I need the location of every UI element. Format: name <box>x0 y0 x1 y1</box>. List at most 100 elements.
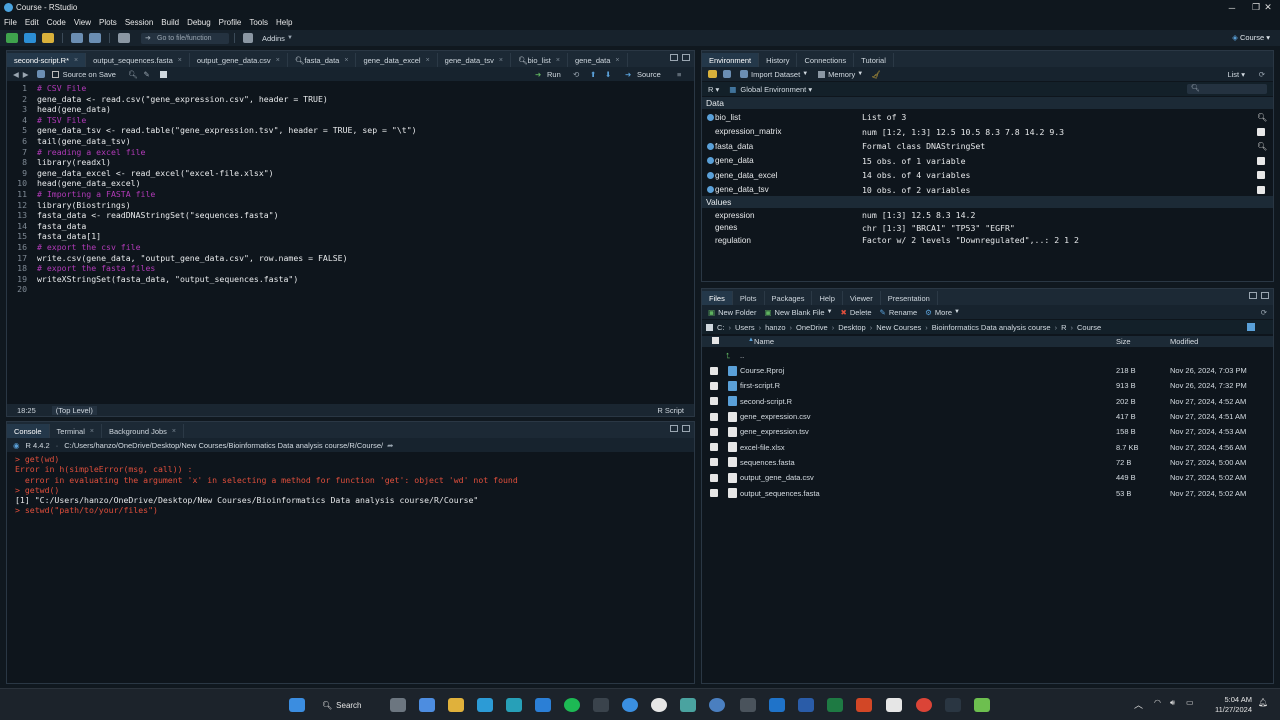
code-tools-icon[interactable]: ✎ <box>143 70 149 79</box>
project-menu[interactable]: ◈ Course ▾ <box>1232 33 1270 42</box>
code-line[interactable]: 10 head(gene_data_excel) <box>7 178 694 189</box>
tab-terminal[interactable]: Terminal × <box>50 424 102 438</box>
github-icon[interactable] <box>651 698 667 712</box>
breadcrumb-item[interactable]: C: <box>717 323 725 332</box>
app-icon[interactable] <box>622 698 638 712</box>
code-line[interactable]: 16 # export the csv file <box>7 242 694 253</box>
file-checkbox[interactable] <box>710 458 718 467</box>
tab-gene-data-tsv[interactable]: gene_data_tsv × <box>438 53 511 67</box>
code-line[interactable]: 15 fasta_data[1] <box>7 231 694 242</box>
close-icon[interactable]: ✕ <box>1256 0 1280 15</box>
close-tab-icon[interactable]: × <box>90 428 94 435</box>
edge-dev-icon[interactable] <box>506 698 522 712</box>
column-size-header[interactable]: Size <box>1116 337 1131 346</box>
tab-second-script[interactable]: second-script.R* × <box>7 53 87 67</box>
close-tab-icon[interactable]: × <box>344 57 348 64</box>
tab-connections[interactable]: Connections <box>797 53 855 67</box>
tab-tutorial[interactable]: Tutorial <box>854 53 894 67</box>
task-view-icon[interactable] <box>390 698 406 712</box>
global-environment-dropdown[interactable]: Global Environment ▾ <box>740 85 812 94</box>
save-all-icon[interactable] <box>89 33 101 43</box>
expand-icon[interactable] <box>707 113 714 121</box>
language-dropdown[interactable]: R ▾ <box>708 85 719 94</box>
file-row[interactable]: Course.Rproj 218 B Nov 26, 2024, 7:03 PM <box>702 363 1273 378</box>
system-clock[interactable]: 5:04 AM 11/27/2024 <box>1204 695 1252 715</box>
code-line[interactable]: 6 tail(gene_data_tsv) <box>7 136 694 147</box>
save-icon[interactable] <box>71 33 83 43</box>
tab-presentation[interactable]: Presentation <box>881 291 938 305</box>
file-checkbox[interactable] <box>710 473 718 482</box>
env-data-row[interactable]: fasta_data Formal class DNAStringSet 🔍︎ <box>702 139 1273 153</box>
env-data-row[interactable]: gene_data_excel 14 obs. of 4 variables <box>702 168 1273 182</box>
breadcrumb-item[interactable]: OneDrive <box>796 323 828 332</box>
tab-bio-list[interactable]: 🔍︎ bio_list × <box>511 53 568 67</box>
menu-code[interactable]: Code <box>43 18 70 27</box>
chrome-icon[interactable] <box>916 698 932 712</box>
menu-debug[interactable]: Debug <box>183 18 215 27</box>
close-tab-icon[interactable]: × <box>276 57 280 64</box>
code-line[interactable]: 19 writeXStringSet(fasta_data, "output_se… <box>7 274 694 285</box>
import-dataset-button[interactable]: Import Dataset <box>751 70 800 79</box>
file-row[interactable]: second-script.R 202 B Nov 27, 2024, 4:52 A… <box>702 394 1273 409</box>
maximize-pane-icon[interactable] <box>1261 292 1269 299</box>
file-name-link[interactable]: output_sequences.fasta <box>740 489 820 498</box>
close-tab-icon[interactable]: × <box>172 428 176 435</box>
code-editor[interactable]: 1 # CSV File 2 gene_data <- read.csv("gene_… <box>7 83 694 398</box>
file-name-link[interactable]: Course.Rproj <box>740 366 784 375</box>
snipping-tool-icon[interactable] <box>740 698 756 712</box>
code-line[interactable]: 20 <box>7 284 694 295</box>
rstudio-icon[interactable] <box>709 698 725 712</box>
working-directory[interactable]: C:/Users/hanzo/OneDrive/Desktop/New Cour… <box>64 441 383 450</box>
file-name-link[interactable]: first-script.R <box>740 381 780 390</box>
code-line[interactable]: 7 # reading a excel file <box>7 147 694 158</box>
pane-window-controls[interactable] <box>1249 292 1269 299</box>
clear-workspace-icon[interactable]: 🧹︎ <box>871 70 881 79</box>
view-table-icon[interactable] <box>1257 156 1265 165</box>
minimize-pane-icon[interactable] <box>670 54 678 61</box>
file-checkbox[interactable] <box>710 427 718 436</box>
file-checkbox[interactable] <box>710 381 718 390</box>
taskbar-search[interactable]: 🔍︎ Search <box>322 698 372 712</box>
maximize-pane-icon[interactable] <box>682 54 690 61</box>
refresh-icon[interactable]: ⟳ <box>1261 308 1267 317</box>
new-project-icon[interactable] <box>24 33 36 43</box>
parent-dir-row[interactable]: ⮤ .. <box>702 348 1273 363</box>
code-line[interactable]: 2 gene_data <- read.csv("gene_expression.… <box>7 94 694 105</box>
file-name-link[interactable]: excel-file.xlsx <box>740 443 785 452</box>
file-explorer-icon[interactable] <box>448 698 464 712</box>
file-row[interactable]: sequences.fasta 72 B Nov 27, 2024, 5:00 AM <box>702 455 1273 470</box>
tab-gene-data[interactable]: gene_data × <box>568 53 628 67</box>
wifi-icon[interactable]: ◠ <box>1154 698 1161 707</box>
maximize-pane-icon[interactable] <box>682 425 690 432</box>
menu-build[interactable]: Build <box>157 18 183 27</box>
windows-start-icon[interactable] <box>289 698 305 712</box>
file-type-indicator[interactable]: R Script <box>657 406 684 415</box>
console-output[interactable]: > get(wd) Error in h(simpleError(msg, cal… <box>7 454 694 683</box>
file-checkbox[interactable] <box>710 489 718 498</box>
menu-tools[interactable]: Tools <box>245 18 272 27</box>
tab-gene-data-excel[interactable]: gene_data_excel × <box>356 53 438 67</box>
breadcrumb-item[interactable]: New Courses <box>876 323 921 332</box>
find-replace-icon[interactable]: 🔍︎ <box>128 70 138 79</box>
rename-button[interactable]: Rename <box>889 308 917 317</box>
tab-history[interactable]: History <box>759 53 798 67</box>
env-data-row[interactable]: bio_list List of 3 🔍︎ <box>702 110 1273 124</box>
word-icon[interactable] <box>798 698 814 712</box>
back-icon[interactable]: ◀ <box>13 70 19 79</box>
app-icon[interactable] <box>680 698 696 712</box>
up-arrow-icon[interactable]: ⬆ <box>590 70 596 79</box>
env-data-row[interactable]: gene_data 15 obs. of 1 variable <box>702 154 1273 168</box>
code-line[interactable]: 14 fasta_data <box>7 221 694 232</box>
breadcrumb-item[interactable]: hanzo <box>765 323 785 332</box>
forward-icon[interactable]: ▶ <box>23 70 29 79</box>
view-data-icon[interactable]: 🔍︎ <box>1257 113 1267 122</box>
menu-plots[interactable]: Plots <box>95 18 121 27</box>
view-table-icon[interactable] <box>1257 185 1265 194</box>
new-blank-file-button[interactable]: New Blank File <box>775 308 825 317</box>
close-tab-icon[interactable]: × <box>499 57 503 64</box>
file-row[interactable]: gene_expression.tsv 158 B Nov 27, 2024, 4:… <box>702 424 1273 439</box>
source-button[interactable]: Source <box>637 70 661 79</box>
addins-menu[interactable]: Addins <box>262 34 285 43</box>
tab-environment[interactable]: Environment <box>702 53 760 67</box>
code-line[interactable]: 13 fasta_data <- readDNAStringSet("sequen… <box>7 210 694 221</box>
